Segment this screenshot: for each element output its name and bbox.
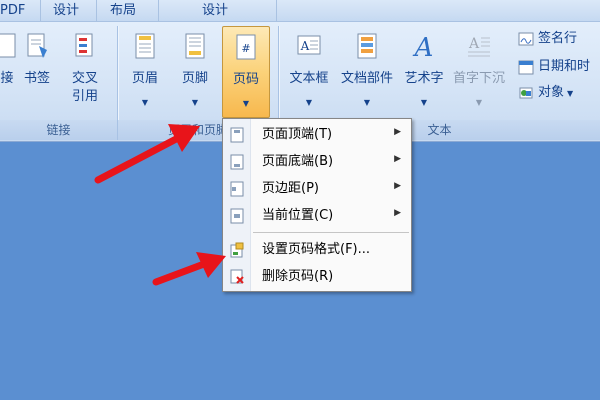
arrow-to-format-icon bbox=[152, 252, 226, 286]
annotation-arrows bbox=[94, 124, 226, 286]
arrow-to-page-number-icon bbox=[94, 124, 200, 184]
